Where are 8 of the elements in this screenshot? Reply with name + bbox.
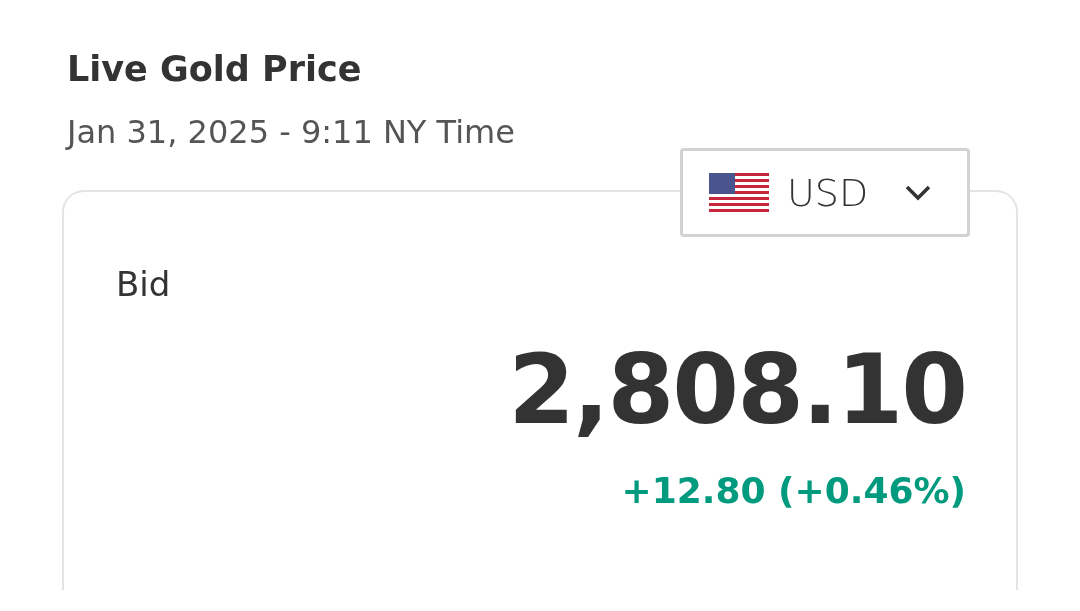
bid-label: Bid xyxy=(116,263,172,306)
flag-icon xyxy=(709,172,769,213)
chevron-down-icon xyxy=(904,183,933,202)
bid-price: 2,808.10 xyxy=(507,333,966,448)
price-change: +12.80 (+0.46%) xyxy=(620,470,966,511)
currency-dropdown[interactable]: USD xyxy=(680,148,970,237)
timestamp: Jan 31, 2025 - 9:11 NY Time xyxy=(67,112,516,153)
page-title: Live Gold Price xyxy=(67,48,363,91)
